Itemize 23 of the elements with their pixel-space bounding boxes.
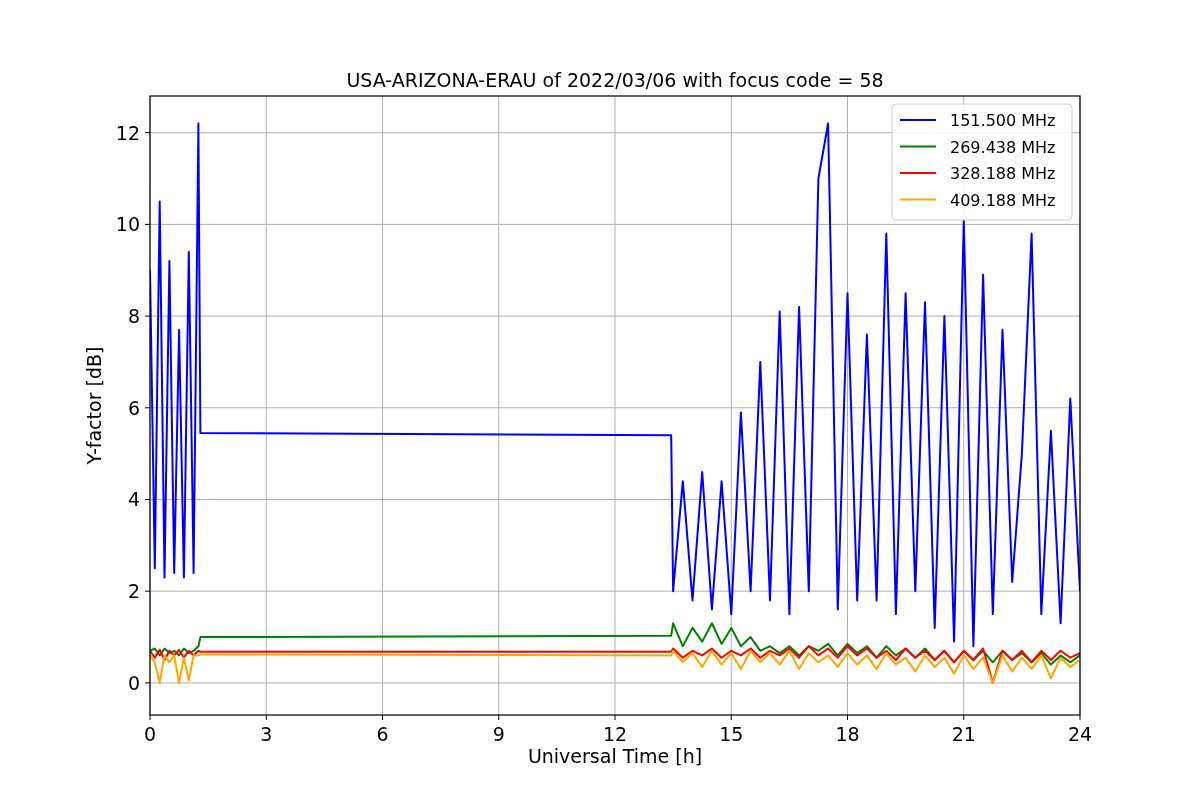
x-axis-label: Universal Time [h] [527, 745, 703, 767]
y-tick-label: 2 [127, 580, 140, 603]
x-tick-label: 15 [719, 723, 744, 745]
y-tick-label: 6 [127, 396, 140, 419]
x-tick-label: 24 [1067, 723, 1093, 745]
y-tick-label: 12 [115, 121, 140, 144]
x-tick-label: 3 [260, 723, 273, 745]
x-tick-label: 0 [143, 723, 157, 745]
x-tick-label: 21 [951, 723, 976, 745]
y-axis-label: Y-factor [dB] [83, 346, 105, 465]
y-tick-label: 10 [115, 213, 140, 236]
legend-label: 151.500 MHz [950, 111, 1056, 130]
y-tick-label: 0 [127, 671, 140, 694]
y-tick-label: 4 [127, 488, 140, 511]
x-tick-label: 12 [602, 723, 628, 745]
y-tick-label: 8 [127, 305, 140, 328]
legend-label: 409.188 MHz [950, 190, 1056, 210]
x-tick-label: 18 [835, 723, 860, 745]
x-tick-label: 9 [492, 723, 505, 745]
chart-title: USA-ARIZONA-ERAU of 2022/03/06 with focus code = 58 [346, 69, 884, 91]
legend-label: 328.188 MHz [950, 164, 1056, 183]
x-tick-label: 6 [376, 723, 389, 745]
legend-label: 269.438 MHz [950, 137, 1056, 157]
